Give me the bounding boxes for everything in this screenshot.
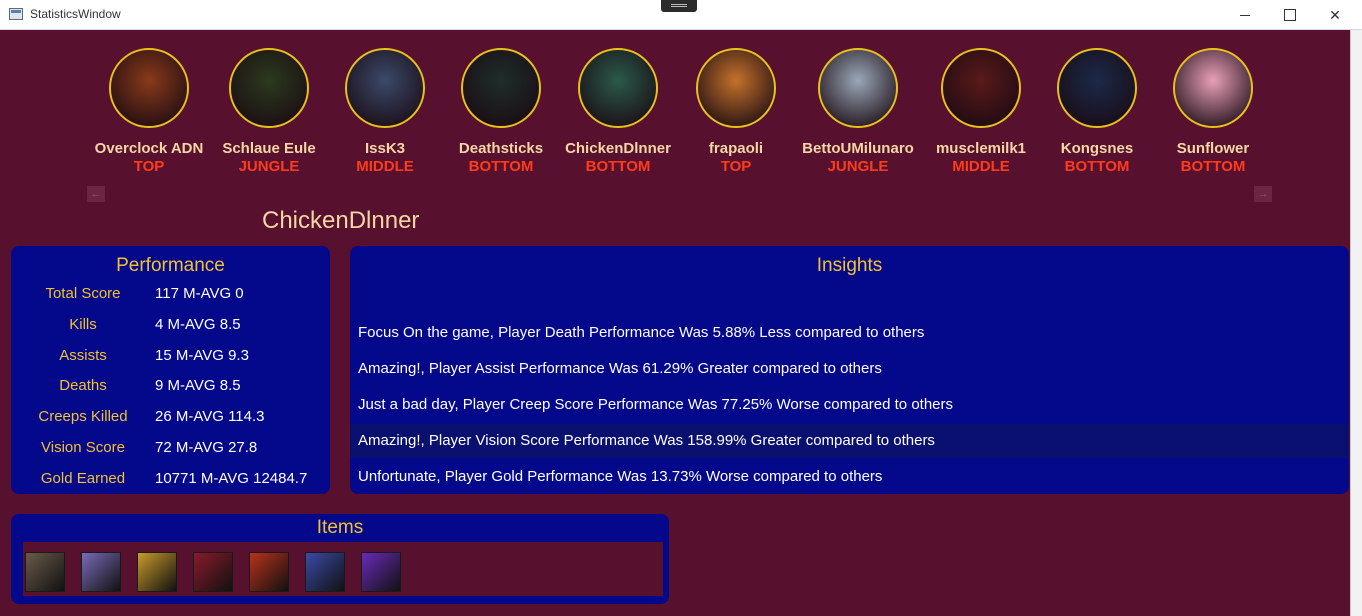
player-role: TOP xyxy=(133,158,165,175)
stat-row: Gold Earned 10771 M-AVG 12484.7 xyxy=(11,470,330,490)
player-name: Overclock ADN xyxy=(94,140,204,157)
player-name: Deathsticks xyxy=(458,140,544,157)
player-card[interactable]: musclemilk1 MIDDLE xyxy=(921,48,1041,175)
player-role: JUNGLE xyxy=(827,158,889,175)
stat-row: Vision Score 72 M-AVG 27.8 xyxy=(11,439,330,459)
close-button[interactable] xyxy=(1312,0,1358,30)
insight-line: Amazing!, Player Vision Score Performanc… xyxy=(350,424,1349,458)
player-name: BettoUMilunaro xyxy=(802,140,914,157)
scroll-left-button[interactable]: ← xyxy=(87,186,105,202)
insight-line: Unfortunate, Player Gold Performance Was… xyxy=(358,468,883,485)
stat-label: Deaths xyxy=(59,377,107,394)
stat-value: 9 M-AVG 8.5 xyxy=(155,377,241,394)
player-name: ChickenDlnner xyxy=(565,140,671,157)
app-window-icon xyxy=(9,8,23,20)
items-panel: Items xyxy=(11,514,669,604)
stat-row: Assists 15 M-AVG 9.3 xyxy=(11,347,330,367)
performance-panel: Performance Total Score 117 M-AVG 0 Kill… xyxy=(11,246,330,494)
arrow-left-icon: ← xyxy=(90,188,102,200)
hourglass-item-icon[interactable] xyxy=(137,552,177,592)
minimize-button[interactable] xyxy=(1222,0,1268,30)
stat-label: Total Score xyxy=(45,285,121,302)
insights-panel: Insights Focus On the game, Player Death… xyxy=(350,246,1349,494)
staff-item-icon[interactable] xyxy=(305,552,345,592)
champion-portrait-icon xyxy=(109,48,189,128)
orb-item-icon[interactable] xyxy=(361,552,401,592)
player-card[interactable]: Kongsnes BOTTOM xyxy=(1037,48,1157,175)
player-role: MIDDLE xyxy=(952,158,1010,175)
player-card[interactable]: BettoUMilunaro JUNGLE xyxy=(798,48,918,175)
player-card[interactable]: Schlaue Eule JUNGLE xyxy=(209,48,329,175)
player-name: IssK3 xyxy=(364,140,406,157)
insight-line: Focus On the game, Player Death Performa… xyxy=(358,324,925,341)
player-role: TOP xyxy=(720,158,752,175)
boots-item-icon[interactable] xyxy=(193,552,233,592)
stat-row: Total Score 117 M-AVG 0 xyxy=(11,285,330,305)
player-card[interactable]: IssK3 MIDDLE xyxy=(325,48,445,175)
stat-row: Creeps Killed 26 M-AVG 114.3 xyxy=(11,408,330,428)
player-role: MIDDLE xyxy=(356,158,414,175)
stat-label: Assists xyxy=(59,347,107,364)
background-window-edge xyxy=(1350,30,1362,616)
player-card[interactable]: Overclock ADN TOP xyxy=(89,48,209,175)
stat-label: Vision Score xyxy=(41,439,125,456)
drag-grip-icon[interactable] xyxy=(661,0,697,12)
player-role: JUNGLE xyxy=(238,158,300,175)
insight-line: Amazing!, Player Assist Performance Was … xyxy=(358,360,882,377)
champion-portrait-icon xyxy=(1057,48,1137,128)
performance-title: Performance xyxy=(116,255,225,276)
insights-title: Insights xyxy=(816,255,883,276)
stone-item-icon[interactable] xyxy=(25,552,65,592)
title-bar: StatisticsWindow xyxy=(0,0,1362,30)
maximize-button[interactable] xyxy=(1267,0,1313,30)
player-card[interactable]: frapaoli TOP xyxy=(676,48,796,175)
player-role: BOTTOM xyxy=(1180,158,1246,175)
player-card[interactable]: Sunflower BOTTOM xyxy=(1153,48,1273,175)
player-name: Sunflower xyxy=(1176,140,1250,157)
stat-row: Deaths 9 M-AVG 8.5 xyxy=(11,377,330,397)
champion-portrait-icon xyxy=(818,48,898,128)
window-title: StatisticsWindow xyxy=(30,7,121,21)
player-card[interactable]: Deathsticks BOTTOM xyxy=(441,48,561,175)
stat-value: 15 M-AVG 9.3 xyxy=(155,347,249,364)
champion-portrait-icon xyxy=(941,48,1021,128)
arrow-right-icon: → xyxy=(1257,188,1269,200)
stat-value: 117 M-AVG 0 xyxy=(155,285,244,302)
shield-item-icon[interactable] xyxy=(81,552,121,592)
player-role: BOTTOM xyxy=(468,158,534,175)
player-card[interactable]: ChickenDlnner BOTTOM xyxy=(558,48,678,175)
stat-label: Creeps Killed xyxy=(38,408,128,425)
stat-value: 4 M-AVG 8.5 xyxy=(155,316,241,333)
items-list xyxy=(21,540,665,598)
stat-label: Gold Earned xyxy=(40,470,126,487)
stat-value: 26 M-AVG 114.3 xyxy=(155,408,265,425)
champion-portrait-icon xyxy=(696,48,776,128)
player-name: musclemilk1 xyxy=(935,140,1027,157)
champion-portrait-icon xyxy=(578,48,658,128)
champion-portrait-icon xyxy=(461,48,541,128)
champion-portrait-icon xyxy=(1173,48,1253,128)
stat-row: Kills 4 M-AVG 8.5 xyxy=(11,316,330,336)
player-name: Schlaue Eule xyxy=(222,140,316,157)
insight-line: Just a bad day, Player Creep Score Perfo… xyxy=(358,396,954,413)
amulet-item-icon[interactable] xyxy=(249,552,289,592)
stat-label: Kills xyxy=(69,316,97,333)
player-role: BOTTOM xyxy=(1064,158,1130,175)
stat-value: 10771 M-AVG 12484.7 xyxy=(155,470,308,487)
player-role: BOTTOM xyxy=(585,158,651,175)
stat-value: 72 M-AVG 27.8 xyxy=(155,439,258,456)
champion-portrait-icon xyxy=(229,48,309,128)
items-title: Items xyxy=(316,517,364,538)
champion-portrait-icon xyxy=(345,48,425,128)
selected-player-name: ChickenDlnner xyxy=(262,207,420,234)
scroll-right-button[interactable]: → xyxy=(1254,186,1272,202)
player-name: Kongsnes xyxy=(1060,140,1134,157)
player-name: frapaoli xyxy=(708,140,764,157)
